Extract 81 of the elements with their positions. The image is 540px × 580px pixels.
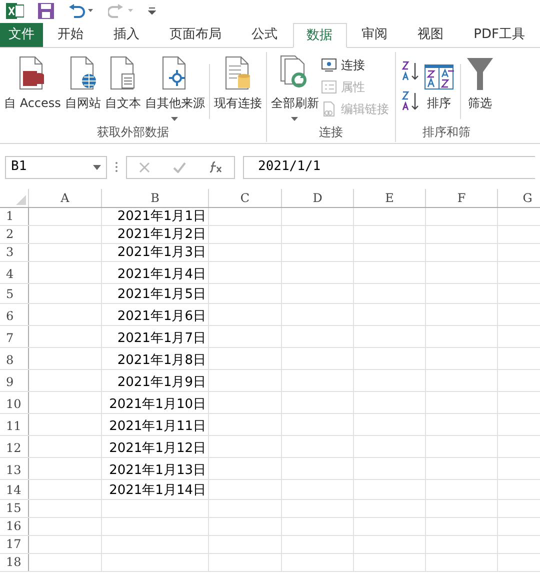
row-header[interactable]: 12 — [0, 436, 29, 457]
ribbon-button[interactable]: 自网站 — [62, 52, 103, 124]
ribbon-button[interactable]: 排序 — [422, 52, 456, 124]
row-header[interactable]: 1 — [0, 208, 29, 225]
properties-icon — [320, 80, 337, 94]
ribbon-tab[interactable]: PDF工具 — [458, 23, 540, 47]
date-cell: 2021年1月13日 — [109, 462, 206, 479]
ribbon-tab[interactable]: 视图 — [402, 23, 459, 47]
date-cell: 2021年1月11日 — [109, 418, 206, 435]
connection-icon — [320, 58, 337, 72]
ribbon-tab[interactable]: 插入 — [98, 23, 155, 47]
formula-input[interactable]: 2021/1/1 — [243, 156, 535, 178]
group-label: 排序和筛 — [421, 124, 472, 141]
spreadsheet-app-icon[interactable] — [6, 3, 24, 19]
date-cell: 2021年1月4日 — [117, 266, 206, 283]
row-header[interactable]: 14 — [0, 480, 29, 499]
funnel-icon — [466, 58, 493, 90]
column-header[interactable]: B — [102, 189, 209, 207]
function-icon[interactable] — [208, 161, 222, 173]
undo-icon[interactable] — [68, 4, 94, 18]
date-cell: 2021年1月6日 — [117, 308, 206, 325]
name-box[interactable]: B1 — [5, 156, 107, 178]
column-header[interactable]: F — [426, 189, 498, 207]
row-header[interactable]: 4 — [0, 262, 29, 283]
ribbon-button[interactable]: 全部刷新 — [268, 52, 321, 124]
date-cell: 2021年1月14日 — [109, 482, 206, 499]
row-header[interactable]: 13 — [0, 458, 29, 479]
ribbon-button[interactable]: 自其他来源 — [142, 52, 207, 124]
date-cell: 2021年1月10日 — [109, 396, 206, 413]
link-document-icon — [320, 101, 337, 117]
date-cell: 2021年1月1日 — [117, 208, 206, 225]
sort-descending-icon[interactable] — [400, 60, 420, 82]
save-icon[interactable] — [38, 3, 54, 19]
row-header[interactable]: 16 — [0, 518, 29, 535]
checkmark-icon[interactable] — [172, 162, 186, 172]
ribbon-button[interactable]: 筛选 — [464, 52, 495, 124]
column-header[interactable]: C — [209, 189, 282, 207]
date-cell: 2021年1月7日 — [117, 330, 206, 347]
date-cell: 2021年1月8日 — [117, 352, 206, 369]
ribbon-tab[interactable]: 数据 — [292, 23, 347, 48]
column-header[interactable]: E — [354, 189, 426, 207]
database-document-icon — [222, 56, 253, 90]
ribbon-button[interactable]: 自 Access — [2, 52, 63, 124]
date-cell: 2021年1月3日 — [117, 244, 206, 261]
row-header[interactable]: 10 — [0, 392, 29, 413]
row-header[interactable]: 11 — [0, 414, 29, 435]
row-header[interactable]: 17 — [0, 536, 29, 553]
file-tab[interactable]: 文件 — [0, 23, 43, 47]
ribbon-tab[interactable]: 公式 — [236, 23, 293, 47]
row-header[interactable]: 3 — [0, 244, 29, 261]
date-cell: 2021年1月9日 — [117, 374, 206, 391]
column-header[interactable]: G — [498, 189, 540, 207]
ribbon-tab[interactable]: 审阅 — [346, 23, 403, 47]
group-label: 获取外部数据 — [96, 124, 170, 141]
row-header[interactable]: 9 — [0, 370, 29, 391]
row-header[interactable]: 7 — [0, 326, 29, 347]
sort-ascending-icon[interactable] — [400, 90, 420, 112]
date-cell: 2021年1月12日 — [109, 440, 206, 457]
row-header[interactable]: 8 — [0, 348, 29, 369]
caret-icon — [93, 164, 101, 170]
ribbon-small-button[interactable]: 连接 — [320, 54, 389, 76]
ribbon-button[interactable]: 现有连接 — [212, 52, 264, 124]
ribbon-button[interactable]: 自文本 — [102, 52, 143, 124]
row-header[interactable]: 15 — [0, 500, 29, 517]
date-cell: 2021年1月5日 — [117, 286, 206, 303]
row-header[interactable]: 2 — [0, 226, 29, 243]
row-header[interactable]: 6 — [0, 304, 29, 325]
date-cell: 2021年1月2日 — [117, 226, 206, 243]
column-header[interactable]: D — [282, 189, 354, 207]
row-header[interactable]: 5 — [0, 284, 29, 303]
more-options-icon[interactable] — [115, 161, 118, 173]
caret-icon — [171, 117, 178, 121]
group-label: 连接 — [318, 124, 344, 141]
ribbon-tab[interactable]: 页面布局 — [154, 23, 237, 47]
customize-toolbar-icon[interactable] — [148, 7, 156, 15]
ribbon-tab[interactable]: 开始 — [42, 23, 99, 47]
sort-dialog-icon — [424, 64, 454, 90]
column-header[interactable]: A — [29, 189, 102, 207]
row-header[interactable]: 18 — [0, 554, 29, 571]
globe-document-icon — [68, 56, 98, 90]
caret-icon — [291, 117, 298, 121]
